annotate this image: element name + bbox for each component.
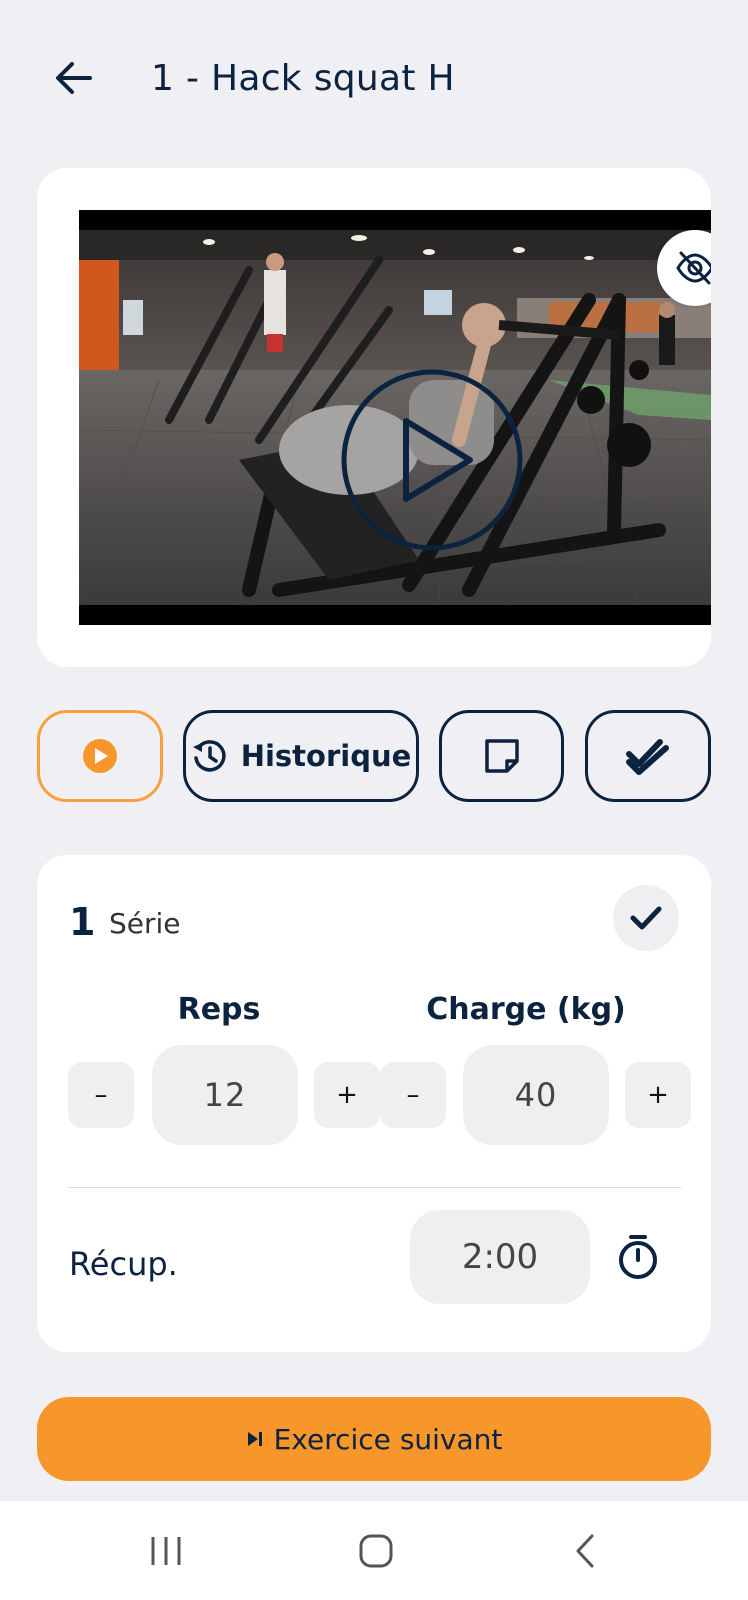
system-back-button[interactable] bbox=[568, 1531, 602, 1571]
back-chevron-icon bbox=[576, 1534, 594, 1568]
arrow-left-icon bbox=[56, 62, 92, 94]
reps-value[interactable]: 12 bbox=[152, 1045, 298, 1145]
eye-off-icon bbox=[676, 251, 711, 285]
rest-time-field[interactable]: 2:00 bbox=[410, 1210, 590, 1304]
complete-exercise-button[interactable] bbox=[585, 710, 711, 802]
reps-label: Reps bbox=[177, 992, 261, 1027]
reps-plus-button[interactable]: + bbox=[314, 1062, 380, 1128]
rest-timer-button[interactable] bbox=[611, 1230, 665, 1284]
history-button[interactable]: Historique bbox=[183, 710, 419, 802]
back-button[interactable] bbox=[52, 56, 96, 100]
recents-icon bbox=[151, 1537, 181, 1565]
reps-minus-button[interactable]: – bbox=[68, 1062, 134, 1128]
play-circle-filled-icon bbox=[83, 739, 117, 773]
system-nav-bar bbox=[0, 1501, 748, 1600]
skip-next-icon bbox=[247, 1432, 262, 1446]
recents-button[interactable] bbox=[144, 1531, 188, 1571]
home-button[interactable] bbox=[354, 1531, 398, 1571]
double-check-icon bbox=[626, 739, 669, 775]
app-header: 1 - Hack squat H bbox=[0, 0, 748, 170]
action-bar: Historique bbox=[0, 710, 748, 802]
charge-minus-button[interactable]: – bbox=[380, 1062, 446, 1128]
divider bbox=[69, 1187, 681, 1188]
history-label: Historique bbox=[240, 739, 412, 773]
play-video-button[interactable] bbox=[37, 710, 163, 802]
exercise-video[interactable] bbox=[79, 210, 711, 625]
set-card: 1 Série Reps – 12 + Charge (kg) – 40 + R… bbox=[37, 855, 711, 1352]
home-icon bbox=[359, 1534, 393, 1568]
set-number: 1 bbox=[69, 900, 96, 944]
history-icon bbox=[192, 740, 226, 772]
page-title: 1 - Hack squat H bbox=[151, 58, 455, 99]
rest-label: Récup. bbox=[69, 1245, 178, 1283]
check-icon bbox=[630, 906, 662, 930]
next-exercise-label: Exercice suivant bbox=[273, 1422, 503, 1456]
stopwatch-icon bbox=[619, 1235, 657, 1279]
sticky-note-icon bbox=[484, 739, 519, 773]
set-label: Série bbox=[109, 907, 181, 940]
charge-value[interactable]: 40 bbox=[463, 1045, 609, 1145]
charge-label: Charge (kg) bbox=[426, 992, 626, 1027]
video-card bbox=[37, 168, 711, 667]
charge-plus-button[interactable]: + bbox=[625, 1062, 691, 1128]
next-exercise-button[interactable]: Exercice suivant bbox=[37, 1397, 711, 1481]
validate-set-button[interactable] bbox=[613, 885, 679, 951]
play-circle-icon[interactable] bbox=[338, 369, 526, 551]
note-button[interactable] bbox=[439, 710, 564, 802]
